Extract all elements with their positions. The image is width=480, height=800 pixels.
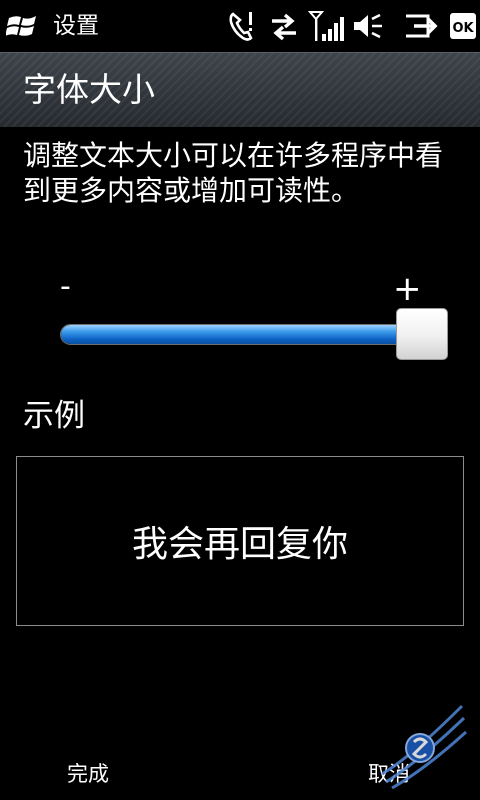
watermark-logo-icon <box>381 704 468 790</box>
status-app-title[interactable]: 设置 <box>53 11 99 41</box>
volume-muted-icon[interactable] <box>352 10 384 42</box>
connection-icon[interactable] <box>402 10 438 42</box>
font-size-slider[interactable] <box>60 306 448 362</box>
ok-icon[interactable]: OK <box>449 10 477 42</box>
status-bar: 设置 OK <box>0 0 480 52</box>
sample-preview-box: 我会再回复你 <box>16 456 464 626</box>
slider-max-label: + <box>393 269 422 309</box>
page-title: 字体大小 <box>23 70 155 109</box>
page-header: 字体大小 <box>0 52 480 127</box>
description-text: 调整文本大小可以在许多程序中看到更多内容或增加可读性。 <box>23 139 444 207</box>
sample-label: 示例 <box>23 398 85 434</box>
ok-icon-label: OK <box>452 21 474 36</box>
data-transfer-icon[interactable] <box>268 10 300 42</box>
windows-start-icon[interactable] <box>6 12 40 40</box>
slider-track[interactable] <box>60 324 448 345</box>
slider-fill <box>61 325 447 344</box>
slider-thumb[interactable] <box>396 308 448 360</box>
phone-call-icon[interactable] <box>228 10 258 42</box>
done-softkey[interactable]: 完成 <box>67 760 109 788</box>
sample-preview-text: 我会再回复你 <box>131 524 348 565</box>
slider-min-label: - <box>60 269 71 304</box>
signal-strength-icon[interactable] <box>308 10 344 42</box>
